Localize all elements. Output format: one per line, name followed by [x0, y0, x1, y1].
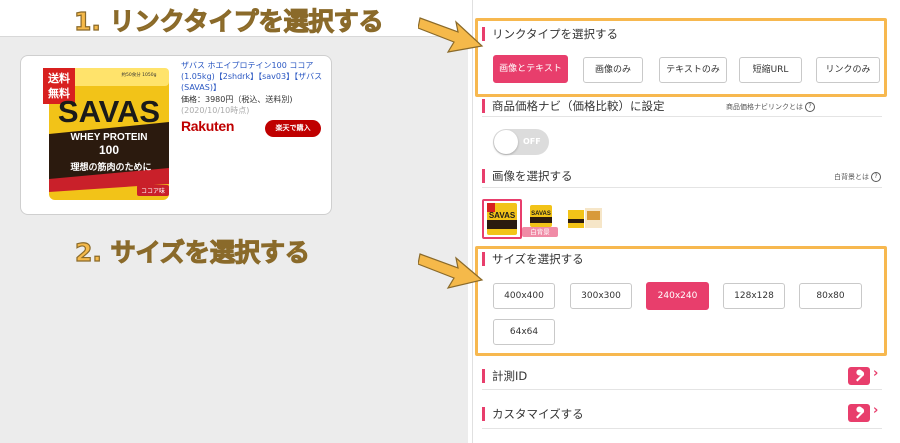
- annotation-step1: 1. リンクタイプを選択する: [73, 6, 384, 36]
- product-info: ザバス ホエイプロテイン100 ココア(1.05kg)【2shdrk】【sav0…: [181, 60, 329, 116]
- package-weight: 約50食分 1050g: [122, 71, 157, 78]
- customize-title: カスタマイズする: [492, 407, 584, 421]
- toggle-label: OFF: [523, 137, 541, 146]
- section-marker: [482, 369, 485, 383]
- price-nav-heading: 商品価格ナビ（価格比較）に設定: [482, 98, 665, 114]
- wrench-icon[interactable]: [848, 404, 870, 422]
- product-package-image[interactable]: 送料 無料 約50食分 1050g SAVAS WHEY PROTEIN 100…: [41, 64, 177, 204]
- tracking-id-heading[interactable]: 計測ID: [482, 368, 527, 384]
- thumbnail-package-icon: SAVAS: [530, 205, 552, 227]
- divider: [482, 116, 882, 117]
- annotation-arrow-2: [418, 253, 484, 289]
- price-nav-toggle[interactable]: OFF: [493, 129, 549, 155]
- image-select-title: 画像を選択する: [492, 169, 573, 183]
- package-stamp-top: 送料: [47, 71, 70, 85]
- package-tagline: 理想の筋肉のために: [70, 161, 151, 173]
- tracking-id-title: 計測ID: [492, 369, 528, 383]
- price-nav-help-link[interactable]: 商品価格ナビリンクとは ?: [726, 102, 815, 112]
- annotation-step2: 2. サイズを選択する: [74, 237, 310, 267]
- toggle-knob: [494, 130, 518, 154]
- chevron-right-icon[interactable]: ›: [873, 366, 878, 381]
- package-line2: 100: [99, 143, 119, 157]
- rakuten-logo: Rakuten: [181, 118, 235, 134]
- product-link-card: 送料 無料 約50食分 1050g SAVAS WHEY PROTEIN 100…: [20, 55, 332, 215]
- svg-text:SAVAS: SAVAS: [531, 211, 551, 217]
- product-title-link[interactable]: ザバス ホエイプロテイン100 ココア(1.05kg)【2shdrk】【sav0…: [181, 60, 329, 93]
- product-price-date: (2020/10/10時点): [181, 106, 250, 115]
- highlight-size: [475, 246, 887, 356]
- white-bg-help-text: 白背景とは: [834, 173, 869, 181]
- buy-on-rakuten-button[interactable]: 楽天で購入: [265, 120, 321, 137]
- image-select-heading: 画像を選択する: [482, 168, 573, 184]
- price-nav-help-text: 商品価格ナビリンクとは: [726, 103, 803, 111]
- section-marker: [482, 169, 485, 183]
- package-brand: SAVAS: [58, 94, 160, 129]
- section-marker: [482, 99, 485, 113]
- package-flavor: ココア味: [141, 187, 165, 195]
- white-bg-badge: 白背景: [522, 227, 558, 237]
- chevron-right-icon[interactable]: ›: [873, 403, 878, 418]
- divider: [482, 187, 882, 188]
- package-line1: WHEY PROTEIN: [70, 132, 147, 143]
- svg-text:SAVAS: SAVAS: [489, 211, 516, 220]
- image-thumbnail-main[interactable]: SAVAS: [482, 199, 522, 239]
- section-marker: [482, 407, 485, 421]
- thumbnail-package-icon: SAVAS: [487, 203, 517, 235]
- question-icon: ?: [805, 102, 815, 112]
- price-nav-title: 商品価格ナビ（価格比較）に設定: [492, 99, 665, 113]
- annotation-arrow-1: [418, 17, 484, 53]
- question-icon: ?: [871, 172, 881, 182]
- wrench-icon[interactable]: [848, 367, 870, 385]
- divider: [482, 428, 882, 429]
- preview-pane: 送料 無料 約50食分 1050g SAVAS WHEY PROTEIN 100…: [0, 0, 468, 443]
- customize-heading[interactable]: カスタマイズする: [482, 406, 584, 422]
- highlight-link-type: [475, 18, 887, 97]
- product-price: 価格：3980円（税込、送料別): [181, 95, 293, 104]
- thumbnail-set-icon: [568, 208, 602, 228]
- divider: [482, 389, 882, 390]
- white-bg-help-link[interactable]: 白背景とは ?: [834, 172, 881, 182]
- image-thumbnail-white-background[interactable]: SAVAS: [525, 203, 557, 229]
- image-thumbnail-set[interactable]: [565, 205, 605, 231]
